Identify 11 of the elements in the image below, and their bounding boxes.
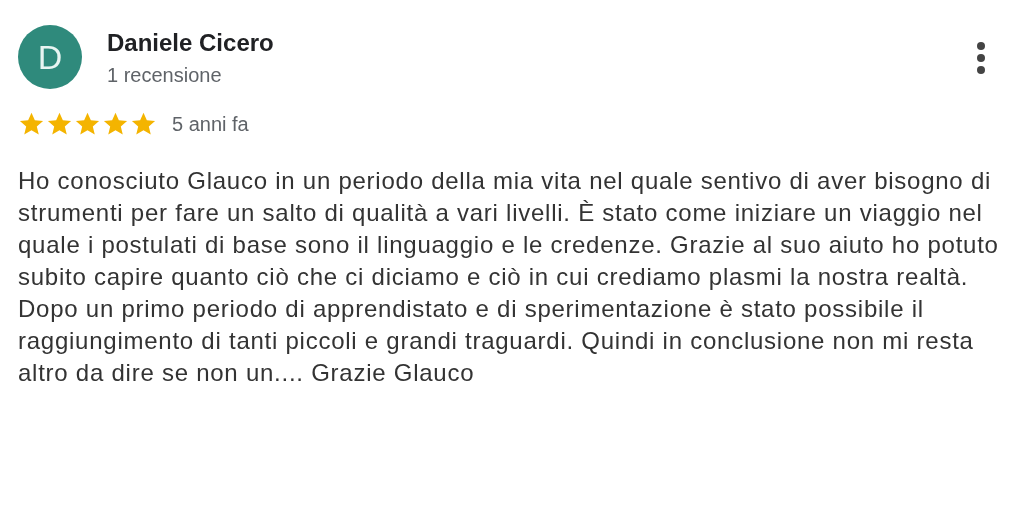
star-icon: [102, 111, 129, 137]
star-icon: [18, 111, 45, 137]
reviewer-name[interactable]: Daniele Cicero: [107, 28, 976, 58]
review-count: 1 recensione: [107, 63, 223, 88]
star-icon: [74, 111, 101, 137]
star-icon: [46, 111, 73, 137]
review-text: Ho conosciuto Glauco in un periodo della mia vita nel quale sentivo di aver bisogno di strumenti per fare un salto di qualità a vari livelli. È stato come iniziare un viaggio nel quale i postulati di base sono il linguaggio e le credenze. Grazie al suo aiuto ho potuto subito capire quanto ciò che ci diciamo e ciò in cui crediamo plasmi la nostra realtà. Dopo un primo periodo di apprendistato e di sperimentazione è stato possibile il raggiungimento di tanti piccoli e grandi traguardi. Quindi in conclusione non mi resta altro da dire se non un.... Grazie Glauco: [18, 166, 1000, 388]
avatar: D: [18, 25, 82, 89]
more-options-icon[interactable]: [976, 41, 986, 75]
star-icon: [130, 111, 157, 137]
review-time: 5 anni fa: [172, 112, 249, 136]
